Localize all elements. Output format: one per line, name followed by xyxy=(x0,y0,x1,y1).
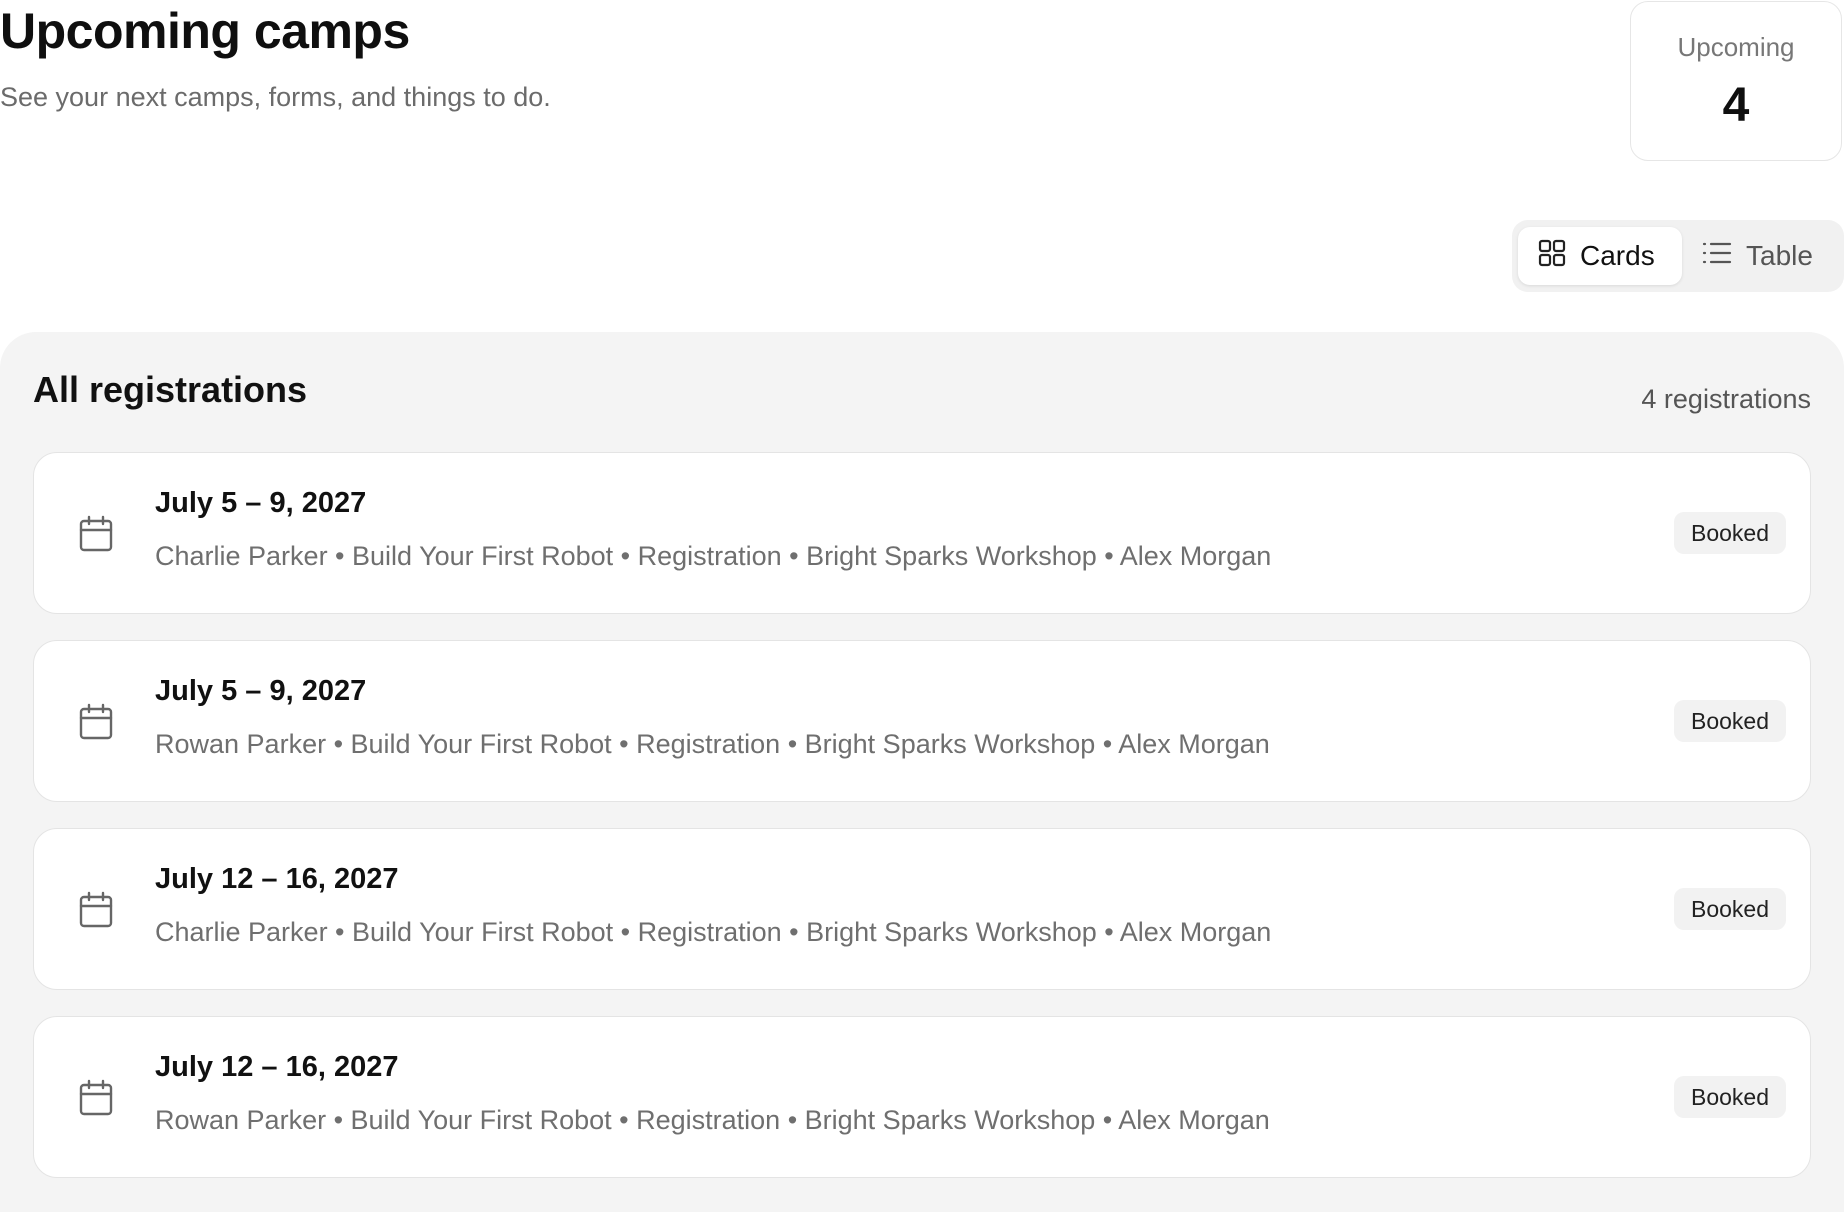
registrations-panel: All registrations 4 registrations July 5… xyxy=(0,332,1844,1212)
status-badge: Booked xyxy=(1673,888,1786,930)
registration-card[interactable]: July 5 – 9, 2027 Charlie Parker • Build … xyxy=(33,452,1811,614)
table-view-label: Table xyxy=(1746,240,1813,271)
view-toggle: Cards Table xyxy=(1512,220,1844,292)
registration-details: Rowan Parker • Build Your First Robot • … xyxy=(155,729,1270,759)
registration-card[interactable]: July 5 – 9, 2027 Rowan Parker • Build Yo… xyxy=(33,640,1811,802)
status-badge: Booked xyxy=(1673,700,1786,742)
upcoming-stat-card: Upcoming 4 xyxy=(1630,1,1842,161)
registration-card[interactable]: July 12 – 16, 2027 Rowan Parker • Build … xyxy=(33,1016,1811,1178)
status-badge: Booked xyxy=(1673,512,1786,554)
registration-details: Charlie Parker • Build Your First Robot … xyxy=(155,541,1272,571)
stat-value: 4 xyxy=(1722,79,1750,132)
calendar-icon xyxy=(76,702,116,742)
page-title: Upcoming camps xyxy=(0,3,410,59)
calendar-icon xyxy=(76,1078,116,1118)
list-icon xyxy=(1702,240,1732,273)
registration-details: Charlie Parker • Build Your First Robot … xyxy=(155,917,1272,947)
registration-details: Rowan Parker • Build Your First Robot • … xyxy=(155,1105,1270,1135)
cards-view-button[interactable]: Cards xyxy=(1518,227,1682,285)
registrations-count: 4 registrations xyxy=(1641,384,1811,414)
registration-card[interactable]: July 12 – 16, 2027 Charlie Parker • Buil… xyxy=(33,828,1811,990)
grid-icon xyxy=(1538,239,1566,274)
cards-view-label: Cards xyxy=(1580,240,1655,271)
calendar-icon xyxy=(76,514,116,554)
registration-date: July 5 – 9, 2027 xyxy=(155,487,367,519)
registration-date: July 12 – 16, 2027 xyxy=(155,863,399,895)
registrations-list: July 5 – 9, 2027 Charlie Parker • Build … xyxy=(33,452,1811,1204)
registration-date: July 5 – 9, 2027 xyxy=(155,675,367,707)
table-view-button[interactable]: Table xyxy=(1682,227,1832,285)
registration-date: July 12 – 16, 2027 xyxy=(155,1051,399,1083)
stat-label: Upcoming xyxy=(1677,32,1795,62)
status-badge: Booked xyxy=(1673,1076,1786,1118)
registrations-title: All registrations xyxy=(33,369,308,410)
page-subtitle: See your next camps, forms, and things t… xyxy=(0,82,551,112)
calendar-icon xyxy=(76,890,116,930)
upcoming-camps-page: Upcoming camps See your next camps, form… xyxy=(0,0,1844,1212)
